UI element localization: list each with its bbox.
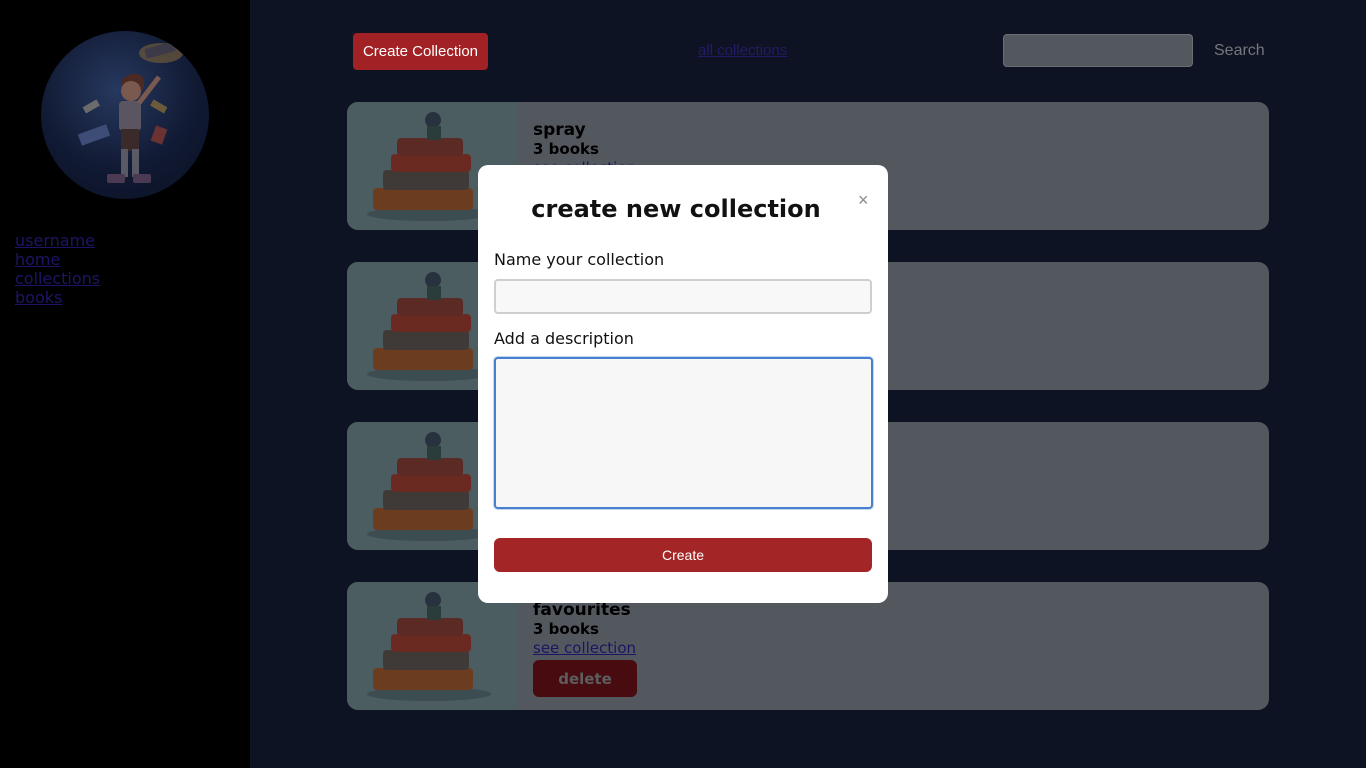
collection-title: favourites xyxy=(533,600,631,620)
collection-count: 3 books xyxy=(533,620,599,638)
modal-title: create new collection xyxy=(531,195,821,223)
sidebar-nav: username home collections books xyxy=(15,231,100,307)
see-collection-link[interactable]: see collection xyxy=(533,639,637,658)
sidebar: username home collections books xyxy=(0,0,250,768)
search-button[interactable]: Search xyxy=(1214,42,1265,60)
create-button[interactable]: Create xyxy=(494,538,872,572)
collection-name-input[interactable] xyxy=(494,279,872,314)
collection-info: favourites 3 books see collection delete xyxy=(533,600,637,697)
sidebar-link-books[interactable]: books xyxy=(15,288,100,307)
avatar xyxy=(41,31,209,199)
sidebar-link-home[interactable]: home xyxy=(15,250,100,269)
collection-title: spray xyxy=(533,120,586,140)
sidebar-link-collections[interactable]: collections xyxy=(15,269,100,288)
description-label: Add a description xyxy=(494,329,634,348)
collection-count: 3 books xyxy=(533,140,599,158)
sidebar-link-username[interactable]: username xyxy=(15,231,100,250)
create-collection-modal: × create new collection Name your collec… xyxy=(478,165,888,603)
create-collection-button[interactable]: Create Collection xyxy=(353,33,488,70)
description-textarea[interactable] xyxy=(494,357,873,509)
search-input[interactable] xyxy=(1003,34,1193,67)
delete-button[interactable]: delete xyxy=(533,660,637,697)
name-label: Name your collection xyxy=(494,250,665,269)
all-collections-link[interactable]: all collections xyxy=(698,42,787,59)
reading-girl-illustration xyxy=(77,41,183,183)
